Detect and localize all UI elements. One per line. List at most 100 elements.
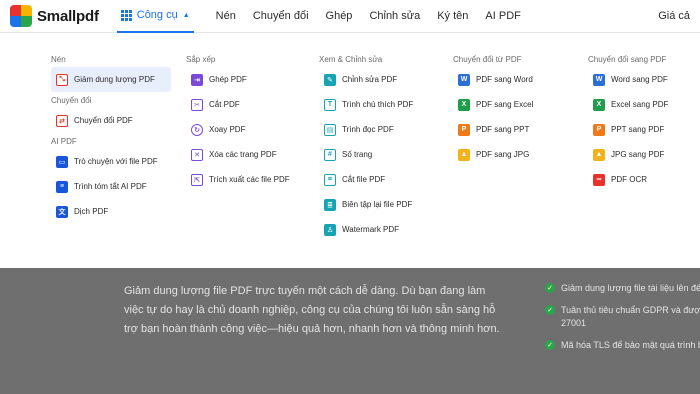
top-navbar: Smallpdf Công cụ ▲ Nén Chuyển đổi Ghép C… [0, 0, 700, 33]
delete-pages-icon: ✕ [191, 148, 203, 161]
menu-item-pdf-to-jpg[interactable]: ▲ PDF sang JPG [453, 142, 573, 167]
menu-item-annotate-pdf[interactable]: T Trình chú thích PDF [319, 92, 439, 117]
col-convert-to: Chuyển đổi sang PDF W Word sang PDF X Ex… [588, 55, 698, 192]
word-icon: W [458, 73, 470, 86]
excel-icon: X [593, 98, 605, 111]
excel-icon: X [458, 98, 470, 111]
menu-item-label: Cắt file PDF [342, 175, 386, 184]
nav-pricing[interactable]: Giá cả [658, 10, 690, 22]
tools-menu-button[interactable]: Công cụ ▲ [116, 0, 194, 33]
menu-item-convert-pdf[interactable]: ⇄ Chuyển đổi PDF [51, 108, 171, 133]
menu-item-word-to-pdf[interactable]: W Word sang PDF [588, 67, 698, 92]
check-item: ✓ Tuân thủ tiêu chuẩn GDPR và được ch270… [545, 304, 700, 330]
col-title-view-edit: Xem & Chỉnh sửa [319, 55, 383, 64]
menu-item-redact-pdf[interactable]: ≣ Biên tập lại file PDF [319, 192, 439, 217]
nav-edit[interactable]: Chỉnh sửa [369, 10, 420, 22]
menu-item-excel-to-pdf[interactable]: X Excel sang PDF [588, 92, 698, 117]
col-title-compress: Nén [51, 55, 66, 64]
logo[interactable]: Smallpdf [10, 5, 99, 27]
nav-sign[interactable]: Ký tên [437, 10, 468, 22]
check-item: ✓ Mã hóa TLS để bảo mật quá trình bảo [545, 339, 700, 352]
menu-item-label: Chỉnh sửa PDF [342, 75, 398, 84]
check-icon: ✓ [545, 305, 555, 315]
menu-item-pdf-to-word[interactable]: W PDF sang Word [453, 67, 573, 92]
page-number-icon: # [324, 148, 336, 161]
check-icon: ✓ [545, 283, 555, 293]
convert-icon: ⇄ [56, 114, 68, 127]
menu-item-watermark-pdf[interactable]: ♙ Watermark PDF [319, 217, 439, 242]
menu-item-label: Ghép PDF [209, 75, 247, 84]
menu-item-delete-pages[interactable]: ✕ Xóa các trang PDF [186, 142, 306, 167]
chat-icon: ▭ [56, 155, 68, 168]
watermark-icon: ♙ [324, 223, 336, 236]
menu-item-pdf-to-excel[interactable]: X PDF sang Excel [453, 92, 573, 117]
menu-item-label: Biên tập lại file PDF [342, 200, 413, 209]
menu-item-rotate-pdf[interactable]: ↻ Xoay PDF [186, 117, 306, 142]
tools-label: Công cụ [136, 9, 178, 21]
logo-text: Smallpdf [37, 7, 99, 25]
menu-item-crop-pdf[interactable]: ⌗ Cắt file PDF [319, 167, 439, 192]
col-view-edit: Xem & Chỉnh sửa ✎ Chỉnh sửa PDF T Trình … [319, 55, 439, 242]
menu-item-reader-pdf[interactable]: ▤ Trình đọc PDF [319, 117, 439, 142]
ppt-icon: P [593, 123, 605, 136]
feature-checklist: ✓ Giảm dung lượng file tài liệu lên đến … [545, 282, 700, 361]
menu-item-label: Word sang PDF [611, 75, 668, 84]
check-text: Giảm dung lượng file tài liệu lên đến [561, 283, 700, 293]
menu-item-pdf-ocr[interactable]: ∞ PDF OCR [588, 167, 698, 192]
ocr-icon: ∞ [593, 173, 605, 186]
menu-item-label: PDF sang Excel [476, 100, 534, 109]
menu-item-label: Trò chuyện với file PDF [74, 157, 158, 166]
menu-item-ppt-to-pdf[interactable]: P PPT sang PDF [588, 117, 698, 142]
menu-item-label: Chuyển đổi PDF [74, 116, 133, 125]
menu-item-jpg-to-pdf[interactable]: ▲ JPG sang PDF [588, 142, 698, 167]
jpg-icon: ▲ [593, 148, 605, 161]
menu-item-label: PDF sang Word [476, 75, 533, 84]
col-title-ai-pdf: AI PDF [51, 137, 77, 146]
check-item: ✓ Giảm dung lượng file tài liệu lên đến [545, 282, 700, 295]
menu-item-label: Xoay PDF [209, 125, 246, 134]
jpg-icon: ▲ [458, 148, 470, 161]
menu-item-merge-pdf[interactable]: ⇥ Ghép PDF [186, 67, 306, 92]
check-text: Tuân thủ tiêu chuẩn GDPR và được ch27001 [561, 305, 700, 328]
split-icon: ✂ [191, 98, 203, 111]
menu-item-compress-pdf[interactable]: ⤡ Giảm dung lượng PDF [51, 67, 171, 92]
menu-item-label: PDF OCR [611, 175, 647, 184]
menu-item-edit-pdf[interactable]: ✎ Chỉnh sửa PDF [319, 67, 439, 92]
intro-paragraph: Giảm dung lượng file PDF trực tuyến một … [124, 285, 500, 335]
col-convert-from: Chuyển đổi từ PDF W PDF sang Word X PDF … [453, 55, 573, 167]
word-icon: W [593, 73, 605, 86]
menu-item-pdf-to-ppt[interactable]: P PDF sang PPT [453, 117, 573, 142]
col-title-organize: Sắp xếp [186, 55, 216, 64]
summary-icon: ≡ [56, 180, 68, 193]
nav-compress[interactable]: Nén [216, 10, 236, 22]
menu-item-label: Dịch PDF [74, 207, 109, 216]
tools-dropdown: Nén ⤡ Giảm dung lượng PDF Chuyển đổi ⇄ C… [0, 33, 700, 268]
col-title-convert-to: Chuyển đổi sang PDF [588, 55, 667, 64]
menu-item-label: Số trang [342, 150, 373, 159]
menu-item-label: Cắt PDF [209, 100, 240, 109]
menu-item-split-pdf[interactable]: ✂ Cắt PDF [186, 92, 306, 117]
menu-item-extract-pdf[interactable]: ⇱ Trích xuất các file PDF [186, 167, 306, 192]
rotate-icon: ↻ [191, 123, 203, 136]
menu-item-label: PDF sang JPG [476, 150, 530, 159]
menu-item-label: Giảm dung lượng PDF [74, 75, 155, 84]
menu-item-label: Xóa các trang PDF [209, 150, 277, 159]
nav-ai-pdf[interactable]: AI PDF [485, 10, 520, 22]
menu-item-label: Trích xuất các file PDF [209, 175, 290, 184]
col-title-convert-from: Chuyển đổi từ PDF [453, 55, 522, 64]
edit-icon: ✎ [324, 73, 336, 86]
smallpdf-logo-icon [10, 5, 32, 27]
menu-item-chat-pdf[interactable]: ▭ Trò chuyện với file PDF [51, 149, 171, 174]
menu-item-page-numbers[interactable]: # Số trang [319, 142, 439, 167]
nav-merge[interactable]: Ghép [326, 10, 353, 22]
menu-item-label: Trình tóm tắt AI PDF [74, 182, 147, 191]
extract-icon: ⇱ [191, 173, 203, 186]
check-text: Mã hóa TLS để bảo mật quá trình bảo [561, 340, 700, 350]
menu-item-label: Excel sang PDF [611, 100, 669, 109]
nav-convert[interactable]: Chuyển đổi [253, 10, 309, 22]
menu-item-translate-pdf[interactable]: 文 Dịch PDF [51, 199, 171, 224]
menu-item-label: Trình chú thích PDF [342, 100, 414, 109]
col-organize: Sắp xếp ⇥ Ghép PDF ✂ Cắt PDF ↻ Xoay PDF … [186, 55, 306, 192]
menu-item-ai-summary[interactable]: ≡ Trình tóm tắt AI PDF [51, 174, 171, 199]
grid-icon [120, 9, 132, 21]
